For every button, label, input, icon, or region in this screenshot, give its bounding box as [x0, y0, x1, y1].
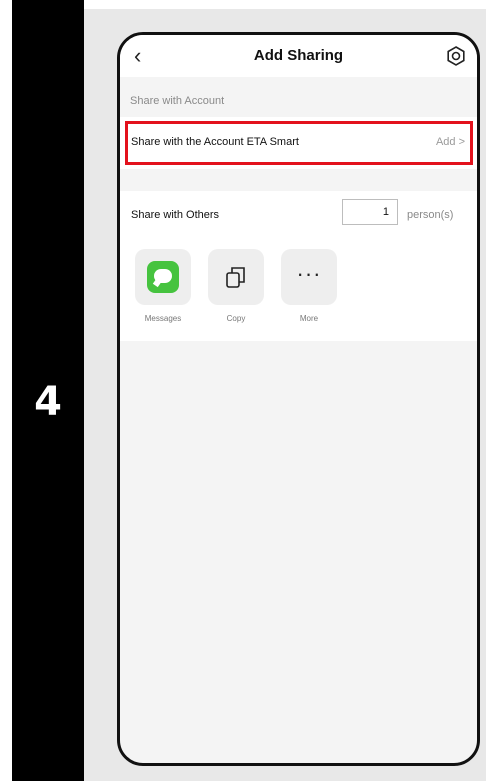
person-count-input[interactable]: 1	[342, 199, 398, 225]
copy-tile	[208, 249, 264, 305]
share-with-account-label: Share with Account	[130, 95, 225, 107]
account-row-label: Share with the Account ETA Smart	[131, 136, 299, 148]
copy-label: Copy	[226, 314, 246, 323]
share-with-others-label: Share with Others	[131, 209, 220, 221]
settings-icon	[447, 46, 465, 66]
messages-share-button[interactable]: Messages	[135, 249, 191, 323]
page-title: Add Sharing	[253, 47, 344, 64]
person-unit-label: person(s)	[407, 209, 454, 221]
messages-icon	[147, 261, 179, 293]
more-share-button[interactable]: ··· More	[281, 249, 337, 323]
phone-frame: ‹ Add Sharing Share with Account Share w…	[117, 32, 480, 766]
settings-button[interactable]	[445, 45, 467, 67]
share-with-account-row[interactable]: Share with the Account ETA Smart Add >	[120, 117, 477, 169]
navigation-bar: ‹ Add Sharing	[120, 35, 477, 77]
step-bar: 4	[12, 0, 84, 781]
more-icon: ···	[296, 261, 322, 286]
step-number: 4	[34, 379, 62, 425]
copy-share-button[interactable]: Copy	[208, 249, 264, 323]
more-tile: ···	[281, 249, 337, 305]
messages-tile	[135, 249, 191, 305]
share-with-others-section: Share with Others 1 person(s) Messages C…	[120, 191, 477, 341]
copy-icon	[226, 267, 245, 288]
add-button[interactable]: Add >	[436, 136, 465, 148]
more-label: More	[299, 314, 319, 323]
messages-label: Messages	[144, 314, 182, 323]
